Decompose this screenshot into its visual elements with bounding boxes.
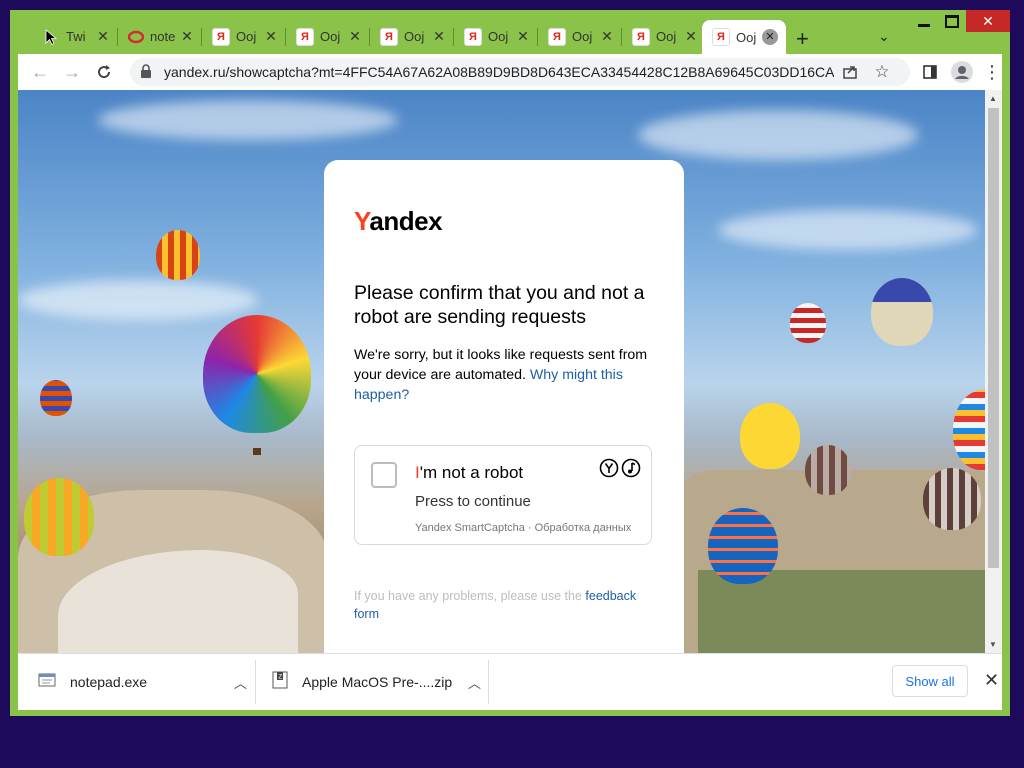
- chevron-up-icon[interactable]: ︿: [234, 673, 247, 692]
- not-robot-captcha-box[interactable]: I'm not a robot Press to continue Yandex…: [354, 445, 652, 545]
- yandex-logo: Yandex: [354, 206, 443, 236]
- checkbox-label: I'm not a robot: [415, 463, 524, 482]
- smartcaptcha-marks: [599, 458, 641, 478]
- lock-icon: [140, 64, 154, 78]
- downloads-bar: notepad.exe ︿ Z Apple MacOS Pre-....zip …: [18, 653, 1002, 710]
- yandex-icon: Я: [548, 27, 566, 46]
- close-downloads-icon[interactable]: ✕: [984, 670, 999, 691]
- music-circle-icon: [621, 458, 641, 478]
- show-all-downloads-button[interactable]: Show all: [892, 665, 968, 697]
- back-arrow-icon[interactable]: ←: [28, 60, 52, 84]
- close-tab-icon[interactable]: ✕: [516, 28, 530, 45]
- close-window-icon[interactable]: ✕: [966, 10, 1010, 32]
- download-item-1[interactable]: Z Apple MacOS Pre-....zip ︿: [272, 654, 492, 710]
- maximize-icon[interactable]: [938, 10, 966, 32]
- balloon: [708, 508, 778, 584]
- browser-toolbar: ← → yandex.ru/showcaptcha?mt=4FFC54A67A6…: [18, 54, 1002, 90]
- yandex-icon: Я: [296, 27, 314, 46]
- close-tab-icon[interactable]: ✕: [180, 28, 194, 45]
- tab-title: Ooj: [236, 29, 257, 44]
- chevron-down-icon[interactable]: ⌄: [878, 28, 890, 45]
- scroll-down-icon[interactable]: ▼: [989, 640, 997, 649]
- tab-5[interactable]: Я Ooj ✕: [454, 20, 538, 53]
- side-panel-icon[interactable]: [918, 60, 942, 84]
- balloon: [805, 445, 851, 495]
- new-tab-plus-icon[interactable]: +: [796, 26, 809, 52]
- share-icon[interactable]: [840, 62, 860, 82]
- tab-8-active[interactable]: Я Ooj ✕: [702, 20, 786, 54]
- captcha-heading: Please confirm that you and not a robot …: [354, 282, 645, 328]
- tab-6[interactable]: Я Ooj ✕: [538, 20, 622, 53]
- tab-title: Ooj: [404, 29, 425, 44]
- download-filename: notepad.exe: [70, 674, 148, 690]
- tab-3[interactable]: Я Ooj ✕: [286, 20, 370, 53]
- close-tab-icon[interactable]: ✕: [762, 29, 778, 45]
- tab-strip: Twi ✕ note ✕ Я Ooj ✕ Я Ooj ✕ Я Ooj ✕ Я O…: [10, 10, 1010, 54]
- balloon: [740, 403, 800, 469]
- cursor-arrow-icon: [44, 28, 60, 45]
- tab-2[interactable]: Я Ooj ✕: [202, 20, 286, 53]
- yandex-icon: Я: [712, 28, 730, 46]
- tab-title: Ooj: [736, 29, 757, 45]
- balloon: [203, 315, 311, 433]
- yandex-icon: Я: [380, 27, 398, 46]
- forward-arrow-icon[interactable]: →: [60, 60, 84, 84]
- close-tab-icon[interactable]: ✕: [348, 28, 362, 45]
- tab-red-icon: [128, 29, 144, 45]
- kebab-menu-icon[interactable]: ⋮: [980, 60, 1004, 84]
- zip-file-icon: Z: [272, 671, 288, 694]
- yandex-icon: Я: [212, 27, 230, 46]
- address-bar[interactable]: yandex.ru/showcaptcha?mt=4FFC54A67A62A08…: [130, 58, 910, 86]
- tab-0[interactable]: Twi ✕: [34, 20, 118, 53]
- close-tab-icon[interactable]: ✕: [600, 28, 614, 45]
- not-robot-checkbox[interactable]: [371, 462, 397, 488]
- tab-title: Ooj: [320, 29, 341, 44]
- vertical-scrollbar[interactable]: ▲ ▼: [985, 90, 1002, 653]
- yandex-icon: Я: [632, 27, 650, 46]
- page-viewport: Yandex Please confirm that you and not a…: [18, 90, 1002, 653]
- minimize-icon[interactable]: [910, 10, 938, 32]
- captcha-description: We're sorry, but it looks like requests …: [354, 347, 648, 403]
- balloon: [24, 478, 94, 556]
- checkbox-sub-label: Press to continue: [415, 493, 531, 510]
- problems-note: If you have any problems, please use the…: [354, 589, 637, 621]
- download-filename: Apple MacOS Pre-....zip: [302, 674, 453, 690]
- balloon: [871, 278, 933, 346]
- smartcaptcha-footer: Yandex SmartCaptcha · Обработка данных: [415, 522, 632, 534]
- captcha-card: Yandex Please confirm that you and not a…: [324, 160, 684, 653]
- balloon: [923, 468, 981, 530]
- close-tab-icon[interactable]: ✕: [432, 28, 446, 45]
- browser-window: Twi ✕ note ✕ Я Ooj ✕ Я Ooj ✕ Я Ooj ✕ Я O…: [10, 10, 1010, 716]
- yandex-circle-icon: [599, 458, 619, 478]
- tab-title: Twi: [66, 29, 86, 44]
- close-tab-icon[interactable]: ✕: [96, 28, 110, 45]
- close-tab-icon[interactable]: ✕: [264, 28, 278, 45]
- balloon: [156, 230, 200, 280]
- yandex-icon: Я: [464, 27, 482, 46]
- chevron-up-icon[interactable]: ︿: [468, 673, 481, 692]
- tab-4[interactable]: Я Ooj ✕: [370, 20, 454, 53]
- tab-7[interactable]: Я Ooj ✕: [622, 20, 706, 53]
- tab-title: Ooj: [572, 29, 593, 44]
- scroll-up-icon[interactable]: ▲: [989, 94, 997, 103]
- reload-icon[interactable]: [92, 60, 116, 84]
- url-text: yandex.ru/showcaptcha?mt=4FFC54A67A62A08…: [164, 64, 834, 80]
- tab-title: note: [150, 29, 176, 44]
- balloon: [40, 380, 72, 416]
- tab-title: Ooj: [488, 29, 509, 44]
- star-bookmark-icon[interactable]: ☆: [872, 62, 892, 82]
- close-tab-icon[interactable]: ✕: [684, 28, 698, 45]
- profile-avatar-icon[interactable]: [950, 60, 974, 84]
- tab-title: Ooj: [656, 29, 677, 44]
- svg-text:Z: Z: [278, 673, 282, 680]
- exe-file-icon: [38, 672, 56, 693]
- scrollbar-thumb[interactable]: [988, 108, 999, 568]
- download-item-0[interactable]: notepad.exe ︿: [38, 654, 247, 710]
- tab-1[interactable]: note ✕: [118, 20, 202, 53]
- balloon: [790, 303, 826, 343]
